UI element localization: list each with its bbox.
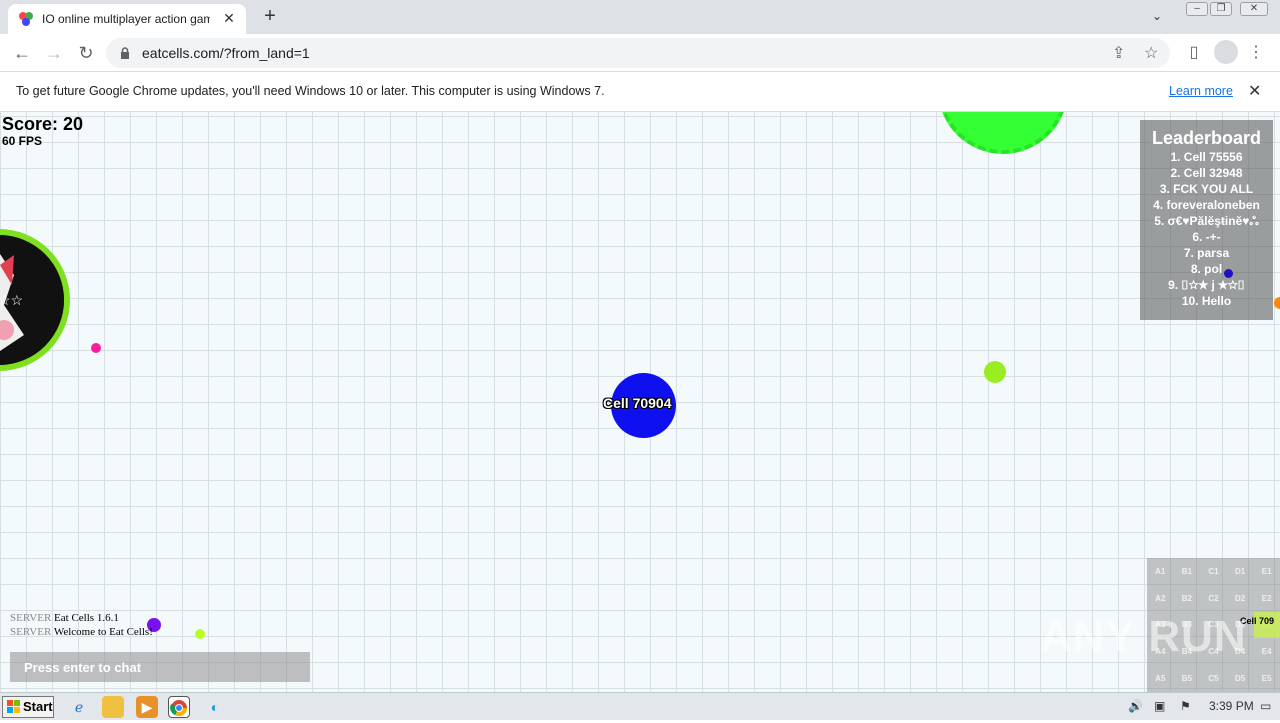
minimize-button[interactable]: –	[1186, 2, 1208, 16]
fps-counter: 60 FPS	[2, 134, 43, 148]
leaderboard-entry: 3. FCK YOU ALL	[1159, 182, 1254, 196]
chat-message: Eat Cells 1.6.1	[54, 612, 119, 624]
chat-input[interactable]: Press enter to chat	[10, 652, 310, 682]
leaderboard-entry: 2. Cell 32948	[1170, 166, 1243, 180]
food-pellet	[1224, 269, 1233, 278]
chat-line: SERVER Welcome to Eat Cells!	[10, 625, 153, 639]
site-favicon-icon	[18, 11, 34, 27]
leaderboard-entry: 9. ⌷☆★ j ★☆⌷	[1168, 278, 1245, 292]
start-button[interactable]: Start	[2, 696, 54, 718]
browser-toolbar: ← → ↻ eatcells.com/?from_land=1 ⇪ ☆ ▯ ⋮	[0, 34, 1280, 72]
minimap-sector: B1	[1181, 566, 1192, 576]
chat-line: SERVER Eat Cells 1.6.1	[10, 611, 153, 625]
infobar-close-icon[interactable]: ✕	[1248, 81, 1261, 101]
windows-logo-icon	[7, 700, 21, 714]
chat-message: Welcome to Eat Cells!	[53, 626, 153, 638]
new-tab-button[interactable]: +	[260, 6, 280, 26]
minimap-sector: D1	[1234, 566, 1246, 576]
reload-button[interactable]: ↻	[74, 41, 98, 65]
minimap-sector: A1	[1155, 566, 1166, 576]
chrome-icon[interactable]	[168, 696, 190, 718]
food-pellet	[195, 629, 205, 639]
svg-text:☆☆: ☆☆	[0, 292, 23, 308]
minimap-sector: C1	[1208, 566, 1219, 576]
virus-cell	[938, 112, 1068, 154]
tab-search-chevron-icon[interactable]: ⌄	[1152, 9, 1162, 23]
back-button[interactable]: ←	[10, 41, 34, 65]
score-text: Score: 20	[2, 114, 84, 134]
profile-avatar[interactable]	[1214, 40, 1238, 64]
learn-more-link[interactable]: Learn more	[1169, 84, 1233, 98]
anyrun-watermark: ANY RUN	[1040, 612, 1247, 661]
game-canvas[interactable]: Score: 20 60 FPS ☆☆ Cell 70904 Leaderboa…	[0, 112, 1280, 692]
minimap-sector: E5	[1261, 674, 1272, 684]
clock[interactable]: 3:39 PM	[1209, 699, 1254, 713]
share-icon[interactable]: ⇪	[1112, 43, 1125, 63]
file-explorer-icon[interactable]	[102, 696, 124, 718]
minimap-sector: C5	[1208, 674, 1219, 684]
minimap-sector: D5	[1234, 674, 1246, 684]
leaderboard: Leaderboard 1. Cell 75556 2. Cell 32948 …	[1140, 120, 1273, 320]
forward-button[interactable]: →	[42, 41, 66, 65]
start-label: Start	[23, 699, 53, 714]
bookmark-star-icon[interactable]: ☆	[1144, 43, 1158, 63]
menu-kebab-icon[interactable]: ⋮	[1244, 41, 1268, 65]
minimap-sector: B5	[1181, 674, 1192, 684]
minimap-sector: E2	[1261, 593, 1272, 603]
media-player-icon[interactable]: ▶	[136, 696, 158, 718]
show-desktop-icon[interactable]: ▭	[1260, 699, 1271, 713]
browser-tab[interactable]: IO online multiplayer action game. S ✕	[8, 4, 246, 34]
leaderboard-title: Leaderboard	[1151, 128, 1262, 148]
volume-icon[interactable]: 🔊	[1128, 699, 1143, 713]
network-icon[interactable]: ▣	[1154, 699, 1165, 713]
minimap-sector: E1	[1261, 566, 1272, 576]
enemy-skin-cell: ☆☆	[0, 229, 70, 371]
minimap-sector: D2	[1234, 593, 1246, 603]
leaderboard-entry: 1. Cell 75556	[1170, 150, 1243, 164]
restore-button[interactable]: ❐	[1210, 2, 1232, 16]
side-panel-icon[interactable]: ▯	[1182, 41, 1206, 65]
chat-sender: SERVER	[10, 612, 52, 624]
edge-icon[interactable]: ◐	[204, 696, 226, 718]
action-center-flag-icon[interactable]: ⚑	[1180, 699, 1191, 713]
food-pellet	[1274, 297, 1280, 309]
minimap-sector: E4	[1261, 647, 1272, 657]
food-pellet	[91, 343, 101, 353]
lock-icon	[120, 46, 130, 59]
url-text: eatcells.com/?from_land=1	[142, 45, 310, 61]
minimap-sector: B2	[1181, 593, 1192, 603]
tab-close-icon[interactable]: ✕	[220, 10, 238, 27]
minimap-sector: A5	[1155, 674, 1166, 684]
leaderboard-entry: 5. σ€♥Pălĕşŧinĕ♥ஃ	[1154, 214, 1259, 228]
chat-log: SERVER Eat Cells 1.6.1 SERVER Welcome to…	[10, 611, 153, 639]
leaderboard-entry: 7. parsa	[1183, 246, 1230, 260]
tab-title: IO online multiplayer action game. S	[42, 12, 210, 26]
close-window-button[interactable]: ✕	[1240, 2, 1268, 16]
minimap-sector: A2	[1155, 593, 1166, 603]
food-pellet	[984, 361, 1006, 383]
tab-strip: IO online multiplayer action game. S ✕ +…	[0, 0, 1280, 34]
update-infobar: To get future Google Chrome updates, you…	[0, 72, 1280, 112]
windows-taskbar: Start ℯ ▶ ◐ 🔊 ▣ ⚑ 3:39 PM ▭	[0, 692, 1280, 720]
address-bar[interactable]: eatcells.com/?from_land=1 ⇪ ☆	[106, 38, 1170, 68]
leaderboard-entry: 8. pol	[1190, 262, 1223, 276]
leaderboard-entry: 6. -+-	[1192, 230, 1221, 244]
leaderboard-entry: 4. foreveraloneben	[1153, 198, 1260, 212]
chat-sender: SERVER	[10, 626, 52, 638]
minimap-sector: C2	[1208, 593, 1219, 603]
infobar-message: To get future Google Chrome updates, you…	[16, 84, 605, 98]
player-name-label: Cell 70904	[603, 395, 672, 411]
internet-explorer-icon[interactable]: ℯ	[68, 696, 90, 718]
leaderboard-entry: 10. Hello	[1181, 294, 1232, 308]
